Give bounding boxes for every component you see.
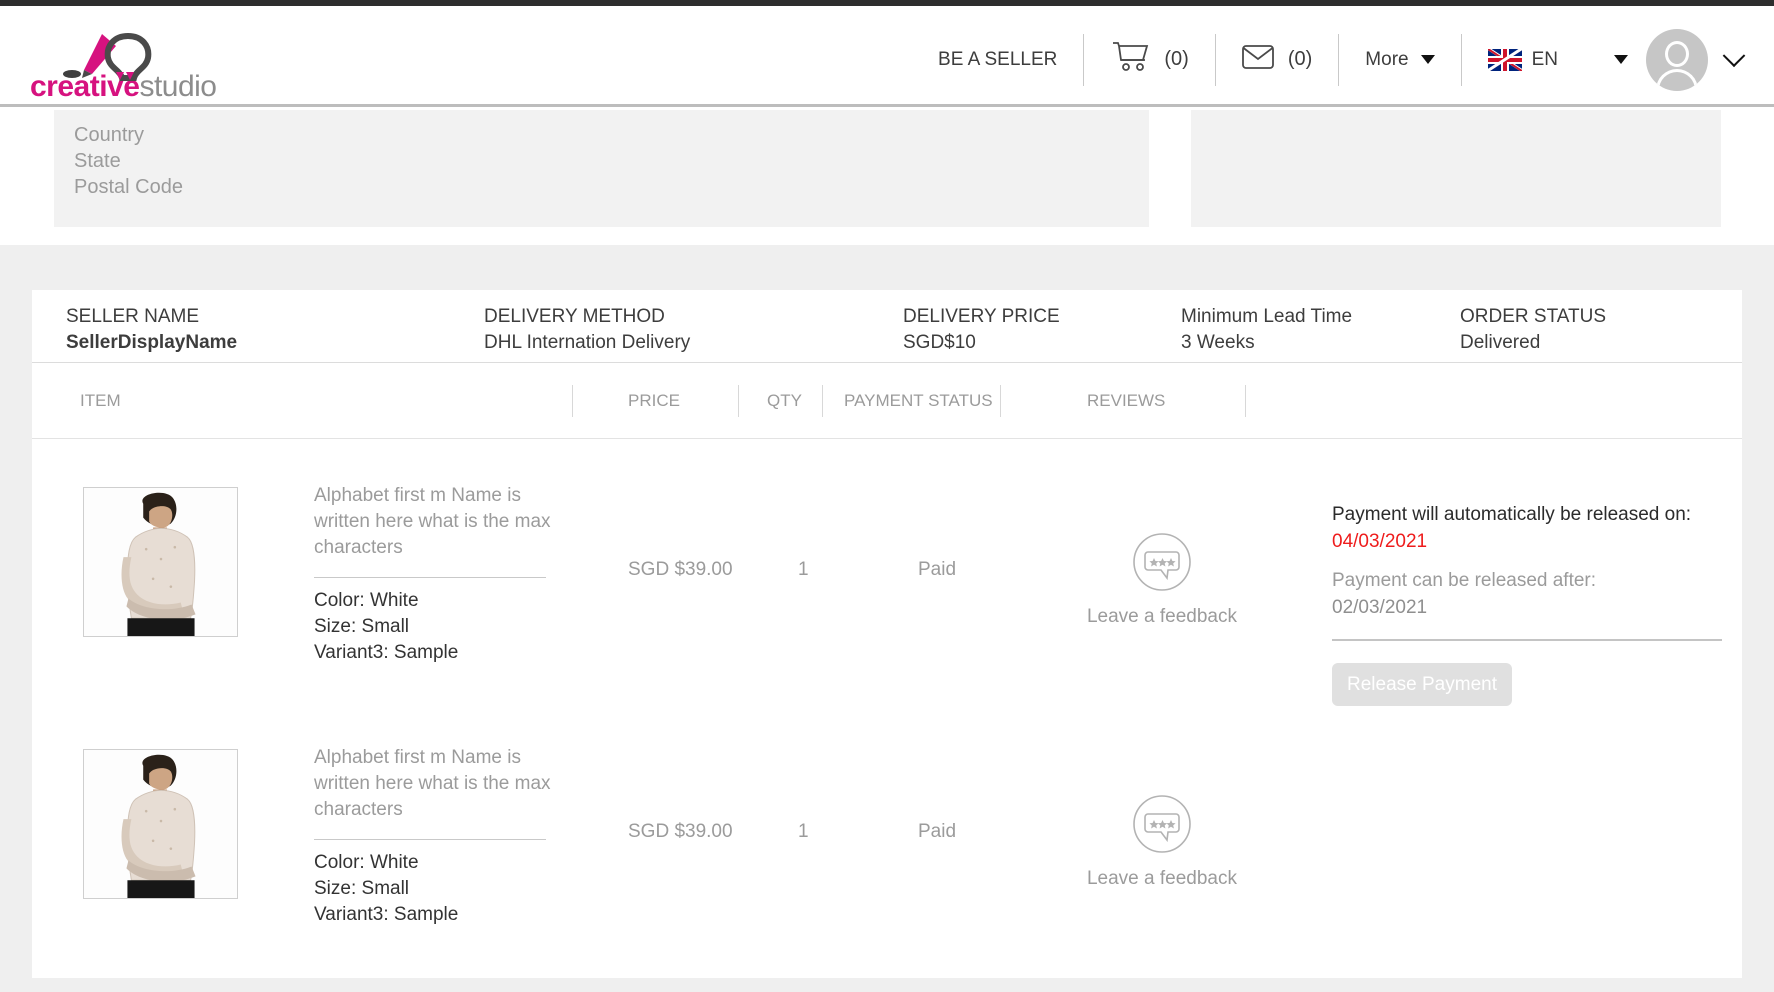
items-table-header: ITEM PRICE QTY PAYMENT STATUS REVIEWS (32, 363, 1742, 439)
be-a-seller-link[interactable]: BE A SELLER (912, 34, 1083, 86)
summary-label: Minimum Lead Time (1181, 304, 1352, 330)
column-header-price: PRICE (628, 391, 680, 411)
column-header-reviews: REVIEWS (1087, 391, 1165, 411)
summary-label: DELIVERY PRICE (903, 304, 1060, 330)
summary-cell-order-status: ORDER STATUS Delivered (1460, 304, 1606, 356)
summary-cell-delivery-price: DELIVERY PRICE SGD$10 (903, 304, 1060, 356)
table-row: Alphabet first m Name is written here wh… (32, 439, 1742, 701)
item-payment-status: Paid (918, 821, 956, 843)
chevron-down-icon (1421, 55, 1435, 64)
summary-value: SellerDisplayName (66, 330, 237, 356)
messages-button[interactable]: (0) (1216, 34, 1338, 86)
summary-cell-delivery-method: DELIVERY METHOD DHL Internation Delivery (484, 304, 690, 356)
leave-feedback-label: Leave a feedback (1057, 606, 1267, 628)
review-bubble-stars-icon (1132, 532, 1192, 592)
site-logo[interactable]: creativestudio (30, 12, 230, 102)
summary-value: 3 Weeks (1181, 330, 1352, 356)
item-details: Alphabet first m Name is written here wh… (314, 745, 554, 928)
auto-release-label: Payment will automatically be released o… (1332, 501, 1732, 528)
item-qty: 1 (798, 559, 809, 581)
column-header-item: ITEM (80, 391, 121, 411)
review-bubble-stars-icon (1132, 794, 1192, 854)
product-thumbnail[interactable] (83, 749, 238, 899)
column-divider (1245, 385, 1246, 417)
site-header: creativestudio BE A SELLER (0) (0, 6, 1774, 107)
can-release-date: 02/03/2021 (1332, 594, 1732, 621)
uk-flag-icon (1488, 49, 1522, 71)
cart-count: (0) (1164, 48, 1188, 71)
logo-mark-icon (58, 30, 208, 78)
item-variant-color: Color: White (314, 850, 554, 876)
item-qty: 1 (798, 821, 809, 843)
summary-cell-lead-time: Minimum Lead Time 3 Weeks (1181, 304, 1352, 356)
item-price: SGD $39.00 (628, 821, 733, 843)
order-card: SELLER NAME SellerDisplayName DELIVERY M… (32, 290, 1742, 978)
item-divider (314, 577, 546, 578)
summary-cell-seller-name: SELLER NAME SellerDisplayName (66, 304, 237, 356)
cart-button[interactable]: (0) (1084, 34, 1214, 86)
address-line-postal-code: Postal Code (74, 174, 1149, 200)
item-title: Alphabet first m Name is written here wh… (314, 483, 554, 561)
column-header-payment-status: PAYMENT STATUS (844, 391, 993, 411)
leave-feedback-button[interactable]: Leave a feedback (1057, 532, 1267, 628)
column-divider (572, 385, 573, 417)
item-details: Alphabet first m Name is written here wh… (314, 483, 554, 666)
messages-count: (0) (1288, 48, 1312, 71)
item-variant-other: Variant3: Sample (314, 640, 554, 666)
item-payment-status: Paid (918, 559, 956, 581)
item-variant-size: Size: Small (314, 876, 554, 902)
seller-summary-row: SELLER NAME SellerDisplayName DELIVERY M… (32, 290, 1742, 363)
address-line-state: State (74, 148, 1149, 174)
account-caret-icon (1614, 55, 1628, 64)
summary-label: ORDER STATUS (1460, 304, 1606, 330)
product-thumbnail[interactable] (83, 487, 238, 637)
language-selector[interactable]: EN (1462, 34, 1584, 86)
more-menu[interactable]: More (1339, 34, 1460, 86)
auto-release-date: 04/03/2021 (1332, 528, 1732, 555)
column-divider (738, 385, 739, 417)
release-payment-button[interactable]: Release Payment (1332, 663, 1512, 706)
address-band: Country State Postal Code (0, 110, 1774, 231)
language-label: EN (1532, 49, 1558, 71)
leave-feedback-label: Leave a feedback (1057, 868, 1267, 890)
column-divider (822, 385, 823, 417)
column-header-qty: QTY (767, 391, 802, 411)
column-divider (1000, 385, 1001, 417)
can-release-label: Payment can be released after: (1332, 567, 1732, 594)
table-row: Alphabet first m Name is written here wh… (32, 701, 1742, 963)
avatar[interactable] (1646, 29, 1708, 91)
account-chevron-down-icon[interactable] (1723, 44, 1746, 67)
status-badge: Delivered (1460, 330, 1606, 356)
panel-divider (1332, 639, 1722, 641)
envelope-icon (1242, 45, 1274, 75)
leave-feedback-button[interactable]: Leave a feedback (1057, 794, 1267, 890)
item-divider (314, 839, 546, 840)
more-label: More (1365, 49, 1408, 71)
account-menu[interactable] (1584, 34, 1752, 86)
summary-label: SELLER NAME (66, 304, 237, 330)
item-variant-color: Color: White (314, 588, 554, 614)
address-line-country: Country (74, 122, 1149, 148)
page-root: creativestudio BE A SELLER (0) (0, 0, 1774, 992)
shipping-address-panel (1191, 110, 1721, 227)
header-nav: BE A SELLER (0) (912, 12, 1752, 107)
item-title: Alphabet first m Name is written here wh… (314, 745, 554, 823)
item-price: SGD $39.00 (628, 559, 733, 581)
shopping-cart-icon (1110, 40, 1150, 80)
item-variant-other: Variant3: Sample (314, 902, 554, 928)
payment-release-panel: Payment will automatically be released o… (1332, 501, 1732, 706)
summary-value: DHL Internation Delivery (484, 330, 690, 356)
be-a-seller-label: BE A SELLER (938, 49, 1057, 71)
summary-value: SGD$10 (903, 330, 1060, 356)
billing-address-panel: Country State Postal Code (54, 110, 1149, 227)
summary-label: DELIVERY METHOD (484, 304, 690, 330)
item-variant-size: Size: Small (314, 614, 554, 640)
